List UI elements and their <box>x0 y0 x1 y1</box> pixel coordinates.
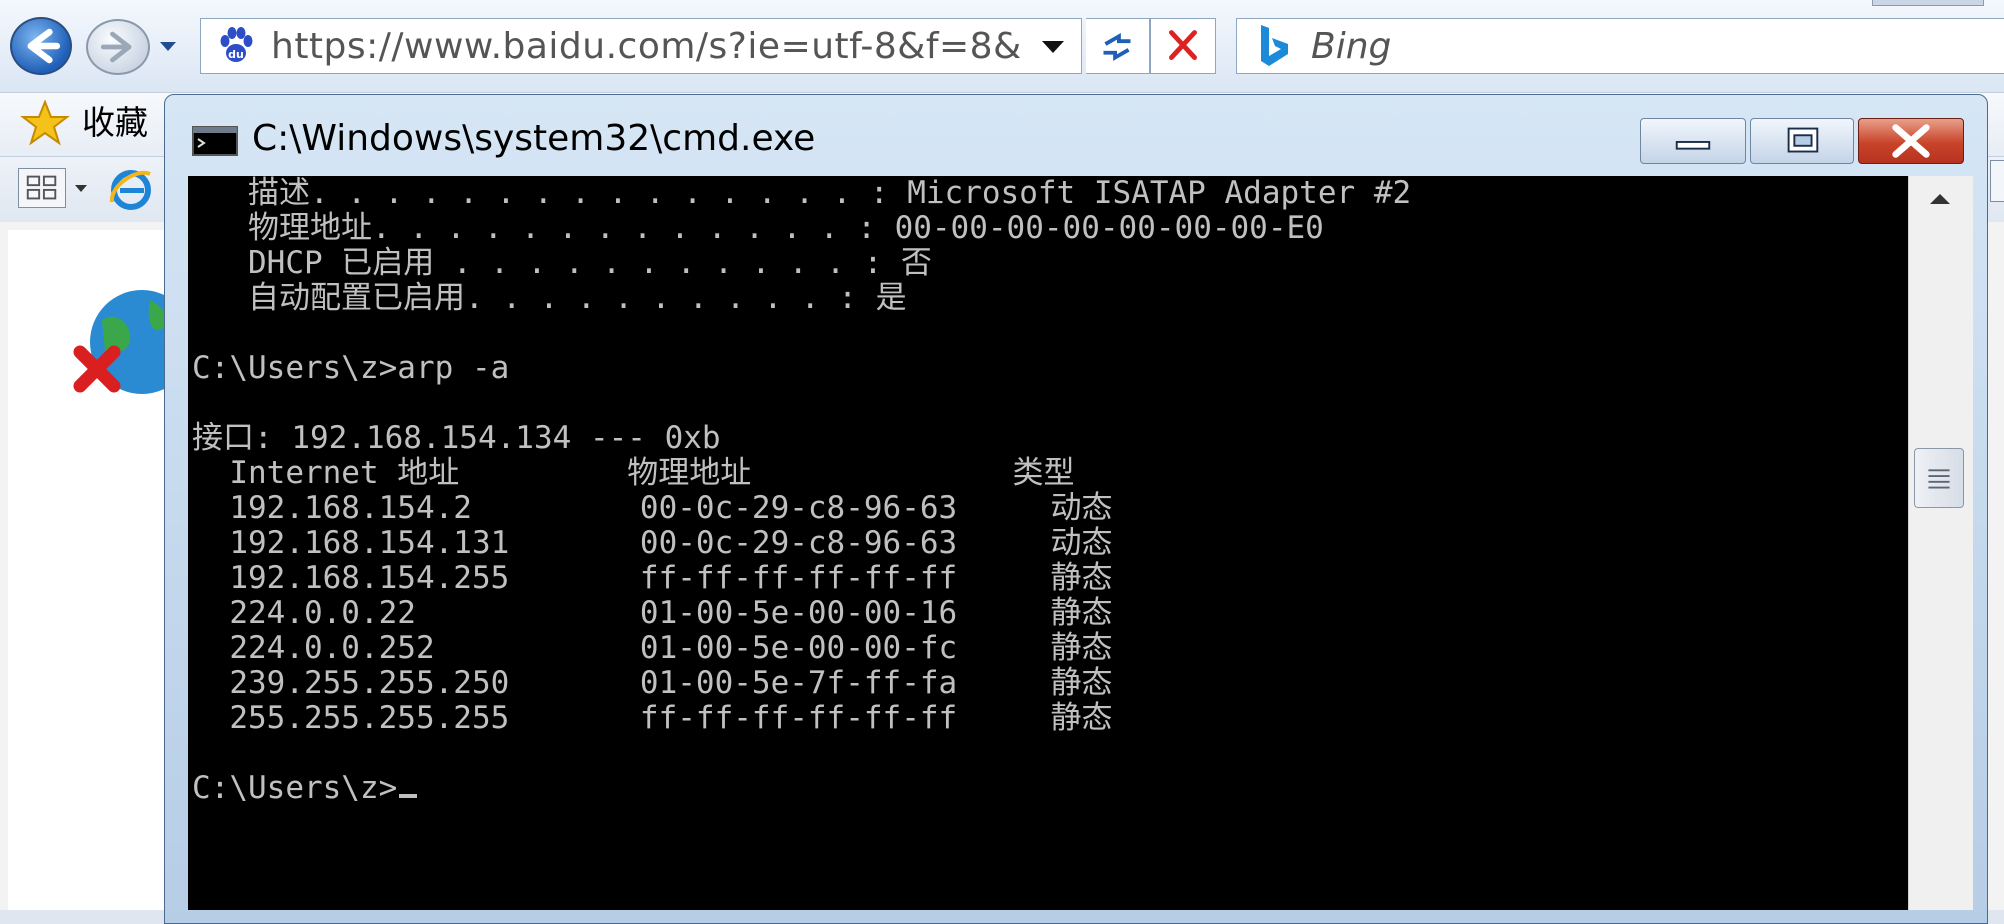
restore-icon <box>1787 127 1819 153</box>
console-line: 224.0.0.22 01-00-5e-00-00-16 静态 <box>192 595 1113 631</box>
forward-button[interactable] <box>86 19 150 75</box>
minimize-button[interactable] <box>1640 118 1746 164</box>
search-box[interactable]: Bing <box>1236 18 2004 74</box>
baidu-paw-icon: du <box>220 27 253 62</box>
console-prompt-line[interactable]: C:\Users\z> <box>192 770 418 806</box>
grid-icon <box>26 175 57 200</box>
scroll-up-arrow-icon[interactable] <box>1908 176 1972 224</box>
minimize-icon <box>1675 141 1711 150</box>
grip-lines-icon <box>1928 469 1950 489</box>
console-line: 192.168.154.131 00-0c-29-c8-96-63 动态 <box>192 525 1113 561</box>
console-line: 接口: 192.168.154.134 --- 0xb <box>192 420 721 456</box>
console-line: 自动配置已启用. . . . . . . . . . : 是 <box>192 280 907 316</box>
console-prompt: C:\Users\z> <box>192 770 398 806</box>
cmd-window-title: C:\Windows\system32\cmd.exe <box>252 118 816 159</box>
close-icon <box>1892 124 1930 158</box>
svg-text:du: du <box>228 48 244 61</box>
vertical-scrollbar[interactable] <box>1908 176 1973 910</box>
scrollbar-thumb[interactable] <box>1914 448 1964 508</box>
console-line: 描述. . . . . . . . . . . . . . . : Micros… <box>192 176 1412 211</box>
console-line: 192.168.154.255 ff-ff-ff-ff-ff-ff 静态 <box>192 560 1113 596</box>
console-line: 192.168.154.2 00-0c-29-c8-96-63 动态 <box>192 490 1113 526</box>
favorites-star-icon[interactable] <box>20 99 70 147</box>
history-dropdown-icon[interactable] <box>158 36 178 56</box>
console-line: DHCP 已启用 . . . . . . . . . . . : 否 <box>192 245 932 281</box>
text-cursor <box>399 794 418 798</box>
console-line: 255.255.255.255 ff-ff-ff-ff-ff-ff 静态 <box>192 700 1113 736</box>
address-bar[interactable]: du https://www.baidu.com/s?ie=utf-8&f=8& <box>200 18 1082 74</box>
refresh-button[interactable] <box>1086 18 1150 74</box>
maximize-button[interactable] <box>1750 118 1854 164</box>
console-line: 物理地址. . . . . . . . . . . . . : 00-00-00… <box>192 210 1324 246</box>
stop-x-icon <box>1169 30 1197 60</box>
console-output[interactable]: 描述. . . . . . . . . . . . . . . : Micros… <box>188 176 1908 910</box>
arrow-left-icon <box>27 28 61 64</box>
bing-logo-icon <box>1261 25 1288 66</box>
stop-button[interactable] <box>1150 18 1216 74</box>
favorites-label[interactable]: 收藏 <box>82 96 148 144</box>
address-url-text: https://www.baidu.com/s?ie=utf-8&f=8& <box>271 25 1022 67</box>
tab-list-dropdown-icon[interactable] <box>72 180 90 196</box>
page-menu-fragment[interactable] <box>1990 160 2004 202</box>
search-provider-placeholder: Bing <box>1311 25 1392 67</box>
arrow-right-icon <box>100 31 132 63</box>
console-line: 239.255.255.250 01-00-5e-7f-ff-fa 静态 <box>192 665 1113 701</box>
ie-logo-icon[interactable] <box>106 164 156 214</box>
refresh-arrows-icon <box>1103 33 1131 61</box>
window-control-fragment[interactable] <box>1872 0 1984 6</box>
quick-tabs-button[interactable] <box>18 168 66 208</box>
console-line: Internet 地址 物理地址 类型 <box>192 455 1075 491</box>
console-line: 224.0.0.252 01-00-5e-00-00-fc 静态 <box>192 630 1113 666</box>
back-button[interactable] <box>10 17 72 75</box>
close-button[interactable] <box>1858 118 1964 164</box>
console-line: C:\Users\z>arp -a <box>192 350 510 386</box>
address-dropdown-icon[interactable] <box>1038 34 1068 58</box>
cmd-app-icon <box>192 126 238 156</box>
